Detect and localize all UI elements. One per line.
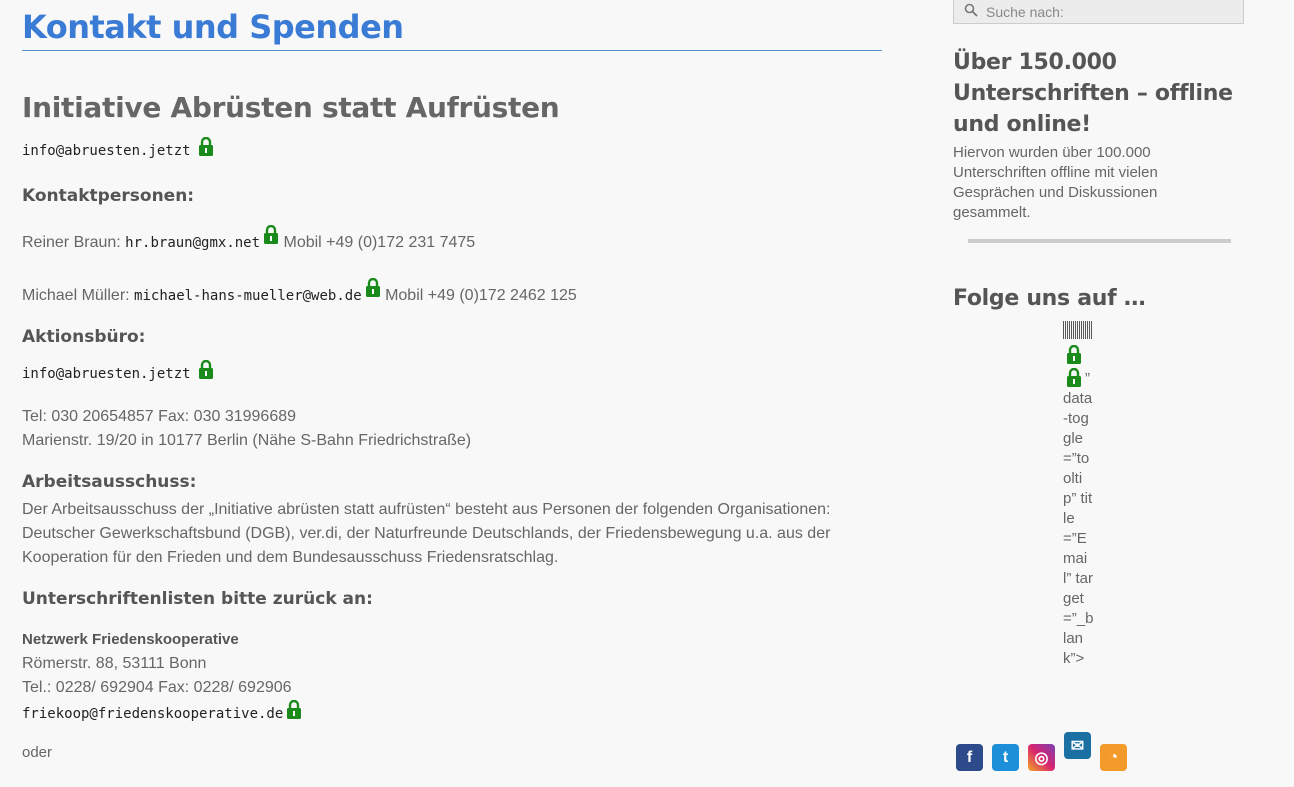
page-title: Kontakt und Spenden <box>22 0 882 51</box>
social-icons: f t ◎ ✉ ◔ <box>956 732 1127 771</box>
kontakt-heading: Kontaktpersonen: <box>22 186 195 206</box>
sidebar-divider <box>968 239 1231 243</box>
email-icon[interactable]: ✉ <box>1064 732 1091 759</box>
initiative-email-row: info@abruesten.jetzt <box>22 136 882 161</box>
rss-icon[interactable]: ◔ <box>1100 744 1127 771</box>
buero-tel: Tel: 030 20654857 Fax: 030 31996689 <box>22 408 297 425</box>
broken-image-icon <box>1063 321 1093 339</box>
buero-address: Marienstr. 19/20 in 10177 Berlin (Nähe S… <box>22 432 472 449</box>
instagram-icon[interactable]: ◎ <box>1028 744 1055 771</box>
lock-icon <box>1066 344 1082 369</box>
person-label: Michael Müller: <box>22 287 130 304</box>
listen-org: Netzwerk Friedenskooperative <box>22 631 239 648</box>
search-icon <box>964 3 978 20</box>
initiative-email-link[interactable]: info@abruesten.jetzt <box>22 143 191 159</box>
initiative-title: Initiative Abrüsten statt Aufrüsten <box>22 91 560 124</box>
follow-heading: Folge uns auf … <box>953 286 1146 311</box>
buero-contact: Tel: 030 20654857 Fax: 030 31996689 Mari… <box>22 405 882 453</box>
listen-email-link[interactable]: friekoop@friedenskooperative.de <box>22 706 283 722</box>
lock-icon <box>263 224 279 249</box>
facebook-icon[interactable]: f <box>956 744 983 771</box>
listen-address: Netzwerk Friedenskooperative Römerstr. 8… <box>22 628 882 700</box>
broken-markup-text: ” data-toggle=”tooltip” title=”Email” ta… <box>1063 370 1094 667</box>
ausschuss-heading: Arbeitsausschuss: <box>22 472 197 492</box>
twitter-icon[interactable]: t <box>992 744 1019 771</box>
buero-heading: Aktionsbüro: <box>22 327 146 347</box>
listen-oder: oder <box>22 744 53 761</box>
main-content: Kontakt und Spenden Initiative Abrüsten … <box>22 0 882 761</box>
search-placeholder: Suche nach: <box>986 3 1064 20</box>
lock-icon <box>198 136 214 161</box>
listen-email-row: friekoop@friedenskooperative.de <box>22 699 882 724</box>
person-phone: Mobil +49 (0)172 2462 125 <box>385 287 577 304</box>
lock-icon <box>286 699 302 724</box>
lock-icon <box>198 359 214 384</box>
listen-tel: Tel.: 0228/ 692904 Fax: 0228/ 692906 <box>22 679 292 696</box>
kontakt-person-mueller: Michael Müller: michael-hans-mueller@web… <box>22 277 882 305</box>
buero-email-link[interactable]: info@abruesten.jetzt <box>22 366 191 382</box>
person-email-link[interactable]: hr.braun@gmx.net <box>125 235 260 251</box>
search-input[interactable]: Suche nach: <box>953 0 1244 24</box>
ausschuss-text: Der Arbeitsausschuss der „Initiative abr… <box>22 501 831 566</box>
listen-street: Römerstr. 88, 53111 Bonn <box>22 655 207 672</box>
listen-heading: Unterschriftenlisten bitte zurück an: <box>22 589 373 609</box>
kontakt-person-braun: Reiner Braun: hr.braun@gmx.net Mobil +49… <box>22 224 882 252</box>
person-label: Reiner Braun: <box>22 234 121 251</box>
lock-icon <box>365 277 381 302</box>
person-email-link[interactable]: michael-hans-mueller@web.de <box>134 288 362 304</box>
buero-email-row: info@abruesten.jetzt <box>22 359 882 384</box>
sidebar-headline: Über 150.000 Unterschriften – offline un… <box>953 50 1233 137</box>
sidebar: Suche nach: Über 150.000 Unterschriften … <box>953 0 1253 314</box>
sidebar-text: Hiervon wurden über 100.000 Unterschrift… <box>953 144 1158 221</box>
person-phone: Mobil +49 (0)172 231 7475 <box>283 234 476 251</box>
